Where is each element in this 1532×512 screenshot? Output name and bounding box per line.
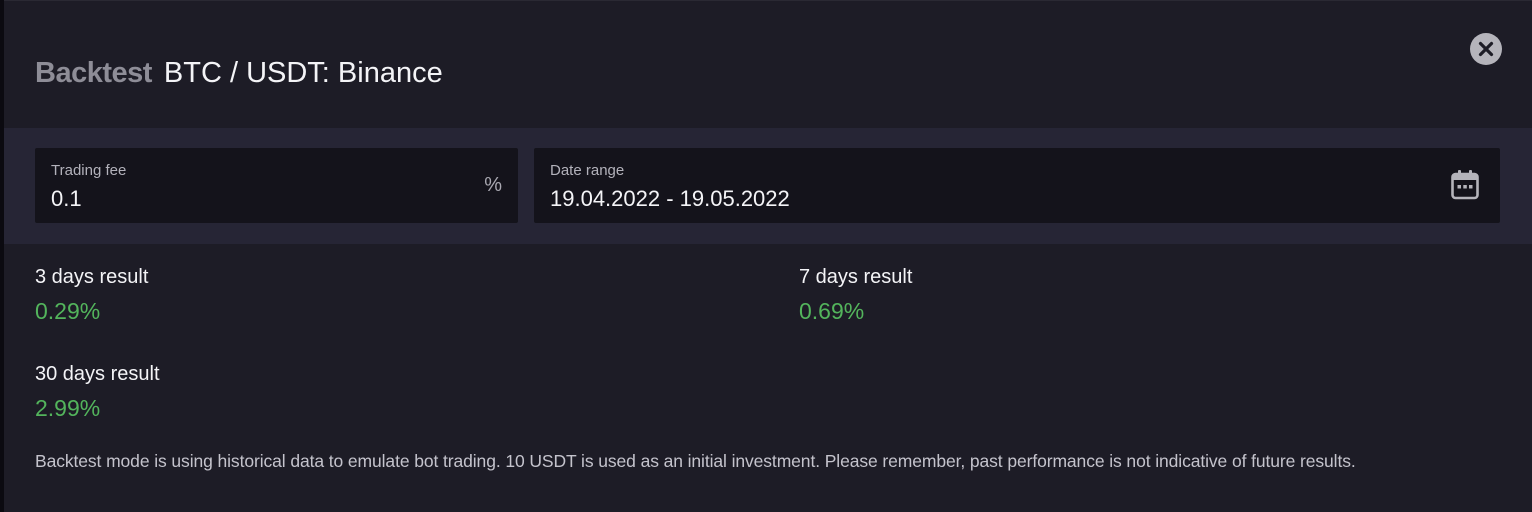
modal-title: Backtest BTC / USDT: Binance: [35, 55, 443, 91]
result-label: 7 days result: [799, 266, 913, 288]
date-range-input[interactable]: [550, 186, 1400, 212]
date-range-field[interactable]: Date range: [534, 148, 1500, 223]
result-7-days: 7 days result 0.69%: [799, 266, 912, 325]
result-value: 0.29%: [35, 298, 101, 324]
result-label: 3 days result: [35, 266, 149, 288]
title-pair: BTC / USDT: Binance: [163, 57, 443, 89]
title-muted: Backtest: [35, 57, 152, 89]
modal-header: Backtest BTC / USDT: Binance: [4, 1, 1532, 128]
calendar-icon[interactable]: [1450, 169, 1480, 201]
backtest-settings: Trading fee % Date range: [4, 128, 1532, 244]
close-button[interactable]: [1470, 33, 1502, 65]
trading-fee-input[interactable]: [51, 186, 451, 212]
result-30-days: 30 days result 2.99%: [35, 363, 160, 422]
trading-fee-label: Trading fee: [51, 162, 127, 179]
result-label: 30 days result: [35, 363, 160, 385]
result-value: 2.99%: [35, 395, 101, 421]
trading-fee-field[interactable]: Trading fee %: [35, 148, 518, 223]
backtest-modal: Backtest BTC / USDT: Binance Trading fee …: [4, 0, 1532, 512]
result-value: 0.69%: [799, 298, 865, 324]
date-range-label: Date range: [550, 162, 625, 179]
close-icon: [1478, 41, 1494, 57]
percent-suffix: %: [484, 174, 502, 196]
backtest-disclaimer: Backtest mode is using historical data t…: [35, 451, 1356, 471]
result-3-days: 3 days result 0.29%: [35, 266, 148, 325]
